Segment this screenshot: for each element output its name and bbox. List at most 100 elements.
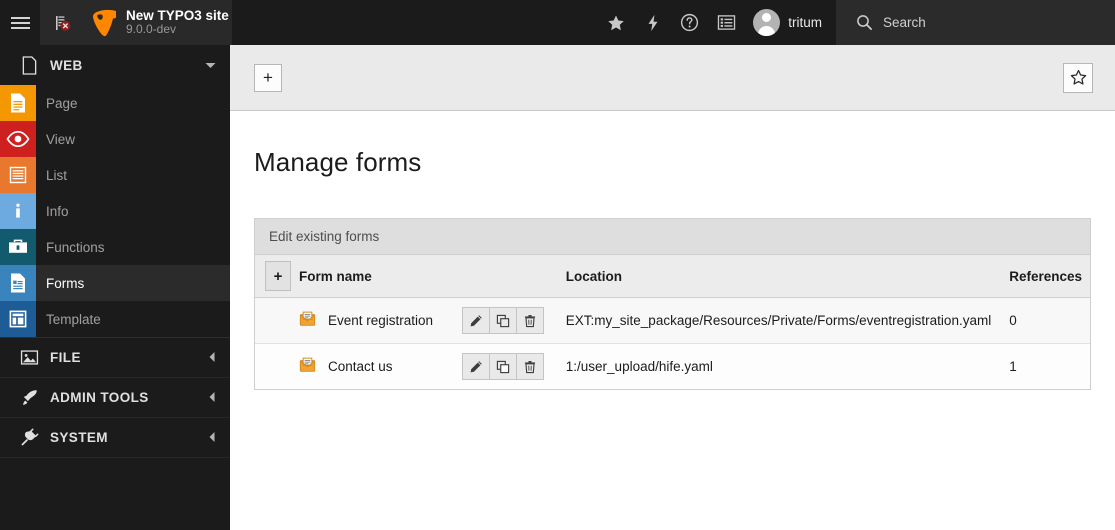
documents-list-icon	[718, 15, 736, 30]
form-location: EXT:my_site_package/Resources/Private/Fo…	[557, 297, 1000, 344]
bookmark-star-outline-icon	[1070, 69, 1086, 85]
duplicate-form-button[interactable]	[488, 307, 517, 334]
open-documents-button[interactable]	[708, 0, 745, 45]
sidebar-item-label-page: Page	[46, 95, 78, 111]
module-docheader: +	[230, 45, 1115, 111]
sidebar-item-label-view: View	[46, 131, 76, 147]
row-spacer-cell	[255, 343, 291, 389]
bookmark-page-button[interactable]	[1063, 62, 1093, 93]
flash-messages-button[interactable]	[634, 0, 671, 45]
sidebar-section-label-web: WEB	[50, 57, 83, 73]
form-references: 0	[999, 297, 1090, 344]
site-name: New TYPO3 site	[126, 8, 229, 24]
delete-form-button[interactable]	[515, 307, 544, 334]
sidebar-item-info[interactable]: Info	[0, 193, 230, 229]
sidebar-item-page[interactable]: Page	[0, 85, 230, 121]
table-row[interactable]: Event registration EXT:my_site_package/R…	[255, 297, 1090, 344]
form-name-cell: Contact us	[291, 343, 462, 389]
table-header-row: + Form name Location References	[255, 255, 1090, 298]
panel-heading: Edit existing forms	[255, 219, 1090, 255]
sidebar-item-label-functions: Functions	[46, 239, 105, 255]
sidebar-item-forms[interactable]: Forms	[0, 265, 230, 301]
page-icon	[0, 85, 36, 121]
plus-icon: +	[263, 68, 273, 87]
edit-form-button[interactable]	[461, 307, 490, 334]
plus-icon: +	[273, 267, 283, 285]
sidebar-item-view[interactable]: View	[0, 121, 230, 157]
sidebar-section-label-file: FILE	[50, 350, 81, 365]
user-menu-button[interactable]: tritum	[745, 0, 836, 45]
duplicate-icon	[496, 360, 509, 373]
help-button[interactable]	[671, 0, 708, 45]
hamburger-icon	[10, 14, 30, 32]
sidebar-section-file[interactable]: FILE	[0, 338, 230, 378]
sidebar-section-label-admin-tools: ADMIN TOOLS	[50, 390, 149, 405]
row-actions	[461, 353, 550, 380]
clear-cache-button[interactable]	[40, 0, 84, 45]
file-image-icon	[14, 349, 44, 366]
form-title: Event registration	[328, 313, 434, 328]
sidebar-section-web[interactable]: WEB	[0, 45, 230, 85]
top-toolbar: New TYPO3 site 9.0.0-dev tritum Search	[0, 0, 1115, 45]
typo3-logo-icon	[93, 9, 116, 36]
search-input[interactable]: Search	[836, 0, 1115, 45]
toolbar-icon-group: tritum	[597, 0, 836, 45]
site-version: 9.0.0-dev	[126, 22, 177, 37]
table-row[interactable]: Contact us 1:/user_upload/hife.yaml 1	[255, 343, 1090, 389]
form-envelope-icon	[299, 311, 316, 330]
column-references: References	[999, 255, 1090, 298]
search-icon	[857, 15, 872, 30]
bookmark-star-icon	[608, 14, 624, 30]
sidebar-item-template[interactable]: Template	[0, 301, 230, 337]
chevron-left-icon	[208, 430, 216, 445]
search-placeholder-label: Search	[883, 15, 926, 30]
template-icon	[0, 301, 36, 337]
edit-form-button[interactable]	[461, 353, 490, 380]
module-body: + Manage forms Edit existing forms + For…	[230, 45, 1115, 530]
table-header: + Form name Location References	[255, 255, 1090, 298]
sidebar-section-label-system: SYSTEM	[50, 430, 108, 445]
new-form-button[interactable]: +	[254, 63, 282, 92]
toolbar-spacer	[232, 0, 598, 45]
column-create: +	[255, 255, 291, 298]
pencil-icon	[470, 314, 482, 326]
pencil-icon	[470, 360, 482, 372]
form-title: Contact us	[328, 359, 393, 374]
page-doc-icon	[14, 55, 44, 75]
help-question-icon	[681, 13, 699, 32]
rocket-icon	[14, 388, 44, 407]
functions-icon	[0, 229, 36, 265]
module-content: Manage forms Edit existing forms + Form …	[230, 111, 1115, 390]
row-actions-cell	[461, 297, 558, 344]
forms-icon	[0, 265, 36, 301]
sidebar-item-functions[interactable]: Functions	[0, 229, 230, 265]
form-envelope-icon	[299, 357, 316, 376]
row-actions-cell	[461, 343, 558, 389]
trash-icon	[524, 314, 535, 327]
trash-icon	[524, 360, 535, 373]
column-form-name: Form name	[291, 255, 558, 298]
form-references: 1	[999, 343, 1090, 389]
chevron-down-icon	[205, 58, 216, 73]
forms-table: + Form name Location References Event re…	[255, 255, 1090, 389]
flash-bolt-icon	[648, 14, 658, 31]
sidebar-item-list[interactable]: List	[0, 157, 230, 193]
menu-toggle-button[interactable]	[0, 0, 40, 45]
duplicate-form-button[interactable]	[488, 353, 517, 380]
sidebar-item-label-template: Template	[46, 311, 101, 327]
chevron-left-icon	[208, 390, 216, 405]
sidebar-section-system[interactable]: SYSTEM	[0, 418, 230, 458]
form-location: 1:/user_upload/hife.yaml	[557, 343, 1000, 389]
bookmark-toolbar-button[interactable]	[597, 0, 634, 45]
site-logo-link[interactable]: New TYPO3 site 9.0.0-dev	[84, 0, 232, 45]
delete-form-button[interactable]	[515, 353, 544, 380]
row-actions	[461, 307, 550, 334]
create-form-button[interactable]: +	[265, 261, 291, 291]
sidebar-item-label-list: List	[46, 167, 68, 183]
sidebar-section-admin-tools[interactable]: ADMIN TOOLS	[0, 378, 230, 418]
table-body: Event registration EXT:my_site_package/R…	[255, 297, 1090, 389]
sidebar-navigation: WEB Page View List Info Functions Forms …	[0, 45, 230, 530]
list-icon	[0, 157, 36, 193]
column-location: Location	[557, 255, 1000, 298]
sidebar-item-label-info: Info	[46, 203, 69, 219]
